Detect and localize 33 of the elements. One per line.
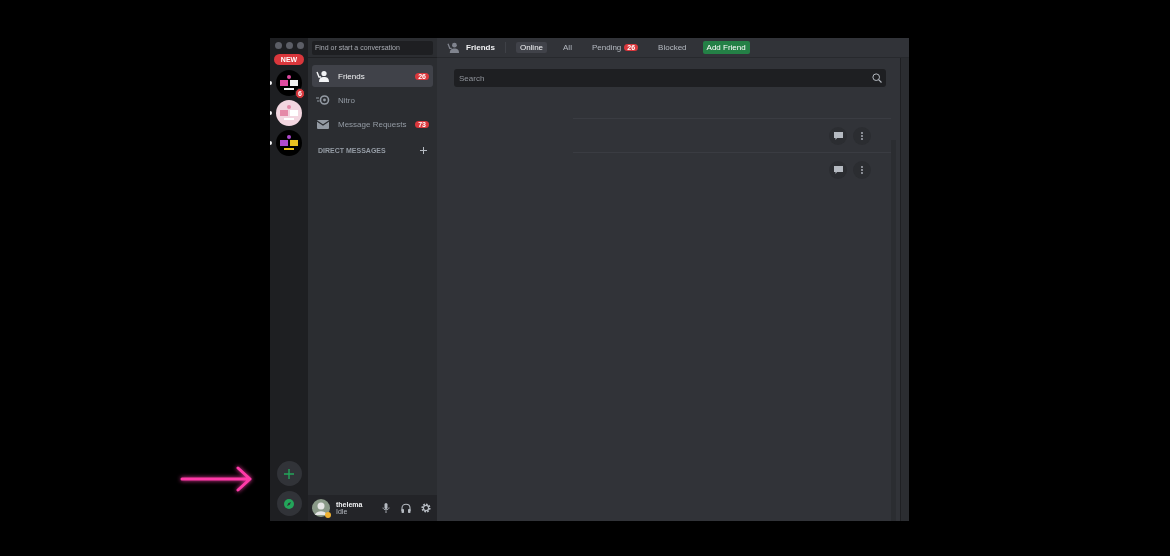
microphone-icon[interactable] bbox=[381, 503, 391, 513]
scrollbar[interactable] bbox=[891, 140, 896, 521]
chat-bubble-icon bbox=[833, 165, 843, 174]
plus-icon bbox=[284, 468, 294, 479]
avatar-icon[interactable] bbox=[312, 499, 330, 517]
arrow-icon bbox=[180, 466, 254, 492]
message-button[interactable] bbox=[829, 160, 847, 179]
headphones-icon[interactable] bbox=[401, 503, 411, 513]
more-button[interactable] bbox=[853, 126, 871, 145]
friends-icon bbox=[316, 70, 330, 82]
tab[interactable]: Blocked bbox=[654, 42, 691, 53]
tab[interactable]: All bbox=[559, 42, 576, 53]
compass-icon bbox=[284, 498, 294, 509]
search-field[interactable]: Search bbox=[454, 69, 886, 87]
idle-status-icon bbox=[325, 512, 331, 518]
sidebar-item[interactable]: Nitro bbox=[312, 89, 433, 111]
more-button[interactable] bbox=[853, 160, 871, 179]
chat-bubble-icon bbox=[833, 131, 843, 140]
unread-indicator bbox=[270, 81, 272, 85]
unread-indicator bbox=[270, 141, 272, 145]
nitro-icon bbox=[316, 94, 330, 106]
unread-indicator bbox=[270, 111, 272, 115]
search-icon bbox=[872, 73, 882, 83]
settings-icon[interactable] bbox=[421, 503, 431, 513]
envelope-icon bbox=[316, 118, 330, 130]
add-friend-button[interactable]: Add Friend bbox=[702, 41, 750, 54]
plus-icon[interactable] bbox=[420, 147, 427, 154]
explore-button[interactable] bbox=[276, 491, 302, 516]
tab[interactable]: Online bbox=[515, 42, 548, 53]
add-server-button[interactable] bbox=[276, 461, 302, 486]
friends-icon bbox=[447, 42, 460, 53]
page-title: Friends bbox=[466, 43, 495, 52]
message-button[interactable] bbox=[829, 126, 847, 145]
